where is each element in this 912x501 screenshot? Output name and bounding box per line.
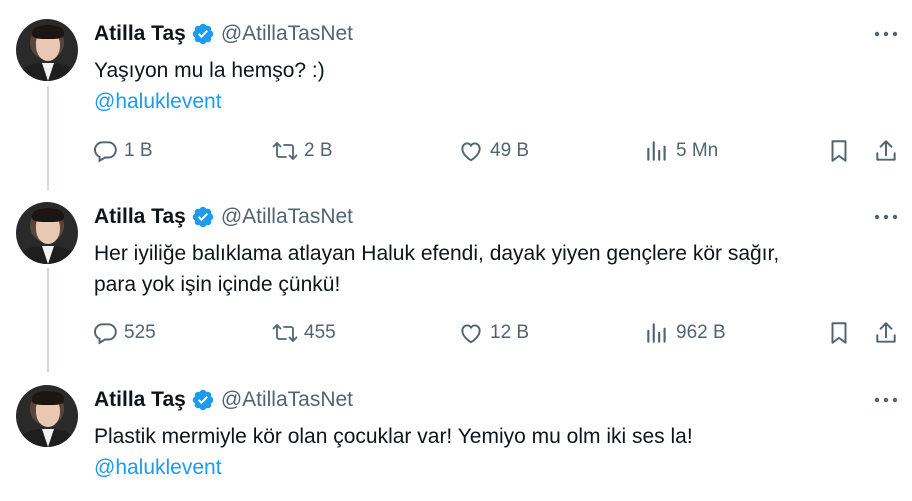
retweet-count: 2 B [304, 140, 333, 161]
tweet-actions: 1 B 2 B 49 B 5 Mn [92, 137, 902, 165]
avatar[interactable] [16, 19, 78, 81]
share-icon [873, 320, 899, 346]
retweet-count: 455 [304, 322, 336, 343]
like-count: 12 B [490, 322, 530, 343]
verified-badge-icon [191, 22, 215, 46]
mention-link[interactable]: @haluklevent [94, 452, 222, 483]
reply-button[interactable]: 1 B [92, 137, 153, 165]
more-options-icon[interactable] [872, 207, 900, 227]
tweet[interactable]: Atilla Taş @AtillaTasNet Plastik mermiyl… [0, 368, 912, 501]
like-count: 49 B [490, 140, 530, 161]
author-handle[interactable]: @AtillaTasNet [221, 22, 353, 46]
author-name[interactable]: Atilla Taş [94, 388, 186, 412]
bookmark-icon [826, 138, 852, 164]
avatar[interactable] [16, 202, 78, 264]
views-count: 962 B [676, 322, 726, 343]
retweet-icon [272, 320, 298, 346]
tweet-text-line-2: para yok işin içinde çünkü! [94, 273, 341, 296]
avatar[interactable] [16, 385, 78, 447]
author-handle[interactable]: @AtillaTasNet [221, 388, 353, 412]
tweet[interactable]: Atilla Taş @AtillaTasNet Yaşıyon mu la h… [0, 0, 912, 185]
reply-button[interactable]: 525 [92, 319, 156, 347]
reply-icon [92, 138, 118, 164]
share-button[interactable] [873, 319, 905, 347]
tweet-text: Plastik mermiyle kör olan çocuklar var! … [94, 425, 693, 448]
bookmark-button[interactable] [826, 137, 858, 165]
views-icon [644, 320, 670, 346]
retweet-button[interactable]: 2 B [272, 137, 333, 165]
more-options-icon[interactable] [872, 24, 900, 44]
reply-count: 1 B [124, 140, 153, 161]
like-button[interactable]: 49 B [458, 137, 529, 165]
views-button[interactable]: 962 B [644, 319, 726, 347]
tweet-text-line-1: Her iyiliğe balıklama atlayan Haluk efen… [94, 242, 780, 265]
tweet-text: Yaşıyon mu la hemşo? :) [94, 59, 325, 82]
views-button[interactable]: 5 Mn [644, 137, 718, 165]
mention-link[interactable]: @haluklevent [94, 86, 222, 117]
retweet-button[interactable]: 455 [272, 319, 336, 347]
views-count: 5 Mn [676, 140, 719, 161]
tweet-actions: 525 455 12 B 962 B [92, 319, 902, 347]
views-icon [644, 138, 670, 164]
reply-count: 525 [124, 322, 156, 343]
author-handle[interactable]: @AtillaTasNet [221, 205, 353, 229]
tweet[interactable]: Atilla Taş @AtillaTasNet Her iyiliğe bal… [0, 185, 912, 368]
verified-badge-icon [191, 388, 215, 412]
bookmark-button[interactable] [826, 319, 858, 347]
bookmark-icon [826, 320, 852, 346]
like-button[interactable]: 12 B [458, 319, 529, 347]
reply-icon [92, 320, 118, 346]
heart-icon [458, 138, 484, 164]
author-name[interactable]: Atilla Taş [94, 22, 186, 46]
author-name[interactable]: Atilla Taş [94, 205, 186, 229]
retweet-icon [272, 138, 298, 164]
share-icon [873, 138, 899, 164]
share-button[interactable] [873, 137, 905, 165]
more-options-icon[interactable] [872, 390, 900, 410]
verified-badge-icon [191, 205, 215, 229]
heart-icon [458, 320, 484, 346]
